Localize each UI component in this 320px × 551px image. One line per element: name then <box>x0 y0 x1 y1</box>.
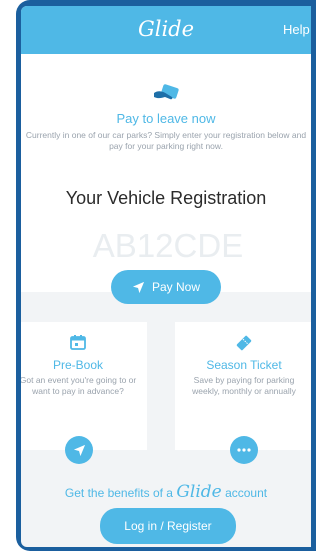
season-ticket-title: Season Ticket <box>206 358 282 372</box>
registration-input[interactable] <box>61 225 275 267</box>
send-icon <box>73 444 85 456</box>
app-logo: Glide <box>137 17 195 41</box>
pay-description: Currently in one of our car parks? Simpl… <box>25 130 307 151</box>
more-icon <box>237 448 251 452</box>
benefits-prefix: Get the benefits of a <box>64 486 173 500</box>
pay-now-button[interactable]: Pay Now <box>111 270 221 304</box>
pre-book-description: Got an event you're going to or want to … <box>21 375 137 396</box>
pre-book-panel[interactable]: Pre-Book Got an event you're going to or… <box>21 322 147 450</box>
benefits-suffix: account <box>225 486 268 500</box>
ticket-icon <box>175 334 311 352</box>
app-header: Glide Help <box>21 6 311 54</box>
season-ticket-panel[interactable]: Season Ticket Save by paying for parking… <box>175 322 311 450</box>
send-icon <box>132 281 145 293</box>
season-ticket-description: Save by paying for parking weekly, month… <box>192 375 296 396</box>
pre-book-button[interactable] <box>65 436 93 464</box>
benefits-brand-logo: Glide <box>176 482 222 502</box>
registration-label: Your Vehicle Registration <box>65 188 267 208</box>
hand-card-icon <box>152 84 180 109</box>
calendar-icon <box>21 334 147 350</box>
pay-now-label: Pay Now <box>151 280 201 294</box>
help-link[interactable]: Help <box>283 22 310 37</box>
pay-to-leave-title: Pay to leave now <box>116 111 216 126</box>
season-ticket-more-button[interactable] <box>230 436 258 464</box>
pre-book-title: Pre-Book <box>52 358 104 372</box>
benefits-text: Get the benefits of a Glide account <box>21 482 311 502</box>
app-screen: Glide Help Pay to leave now Currently in… <box>21 6 311 547</box>
pay-to-leave-card: Pay to leave now Currently in one of our… <box>21 54 311 292</box>
login-register-label: Log in / Register <box>124 519 212 533</box>
login-register-button[interactable]: Log in / Register <box>100 508 236 544</box>
